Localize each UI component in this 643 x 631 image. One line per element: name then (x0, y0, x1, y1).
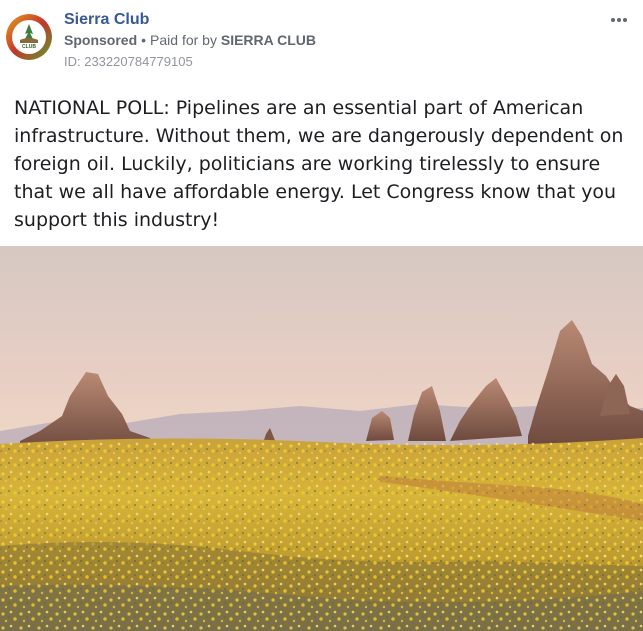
paid-for-prefix: Paid for by (150, 32, 217, 48)
sierra-club-logo-icon: CLUB (6, 14, 52, 60)
paid-for-name: SIERRA CLUB (220, 32, 317, 48)
svg-text:CLUB: CLUB (22, 44, 36, 50)
post-header: CLUB Sierra Club Sponsored • Paid for by S… (0, 0, 643, 80)
post-text: NATIONAL POLL: Pipelines are an essentia… (14, 97, 624, 231)
ad-id: ID: 233220784779105 (64, 54, 193, 69)
sponsored-line: Sponsored • Paid for by SIERRA CLUB (64, 31, 316, 49)
desert-landscape-photo[interactable] (0, 246, 643, 631)
more-options-icon (611, 18, 627, 22)
sponsored-label[interactable]: Sponsored (64, 32, 137, 48)
avatar[interactable]: CLUB (6, 14, 52, 60)
more-options-button[interactable] (604, 10, 634, 30)
page-name[interactable]: Sierra Club (64, 10, 149, 30)
separator-dot: • (141, 32, 147, 48)
